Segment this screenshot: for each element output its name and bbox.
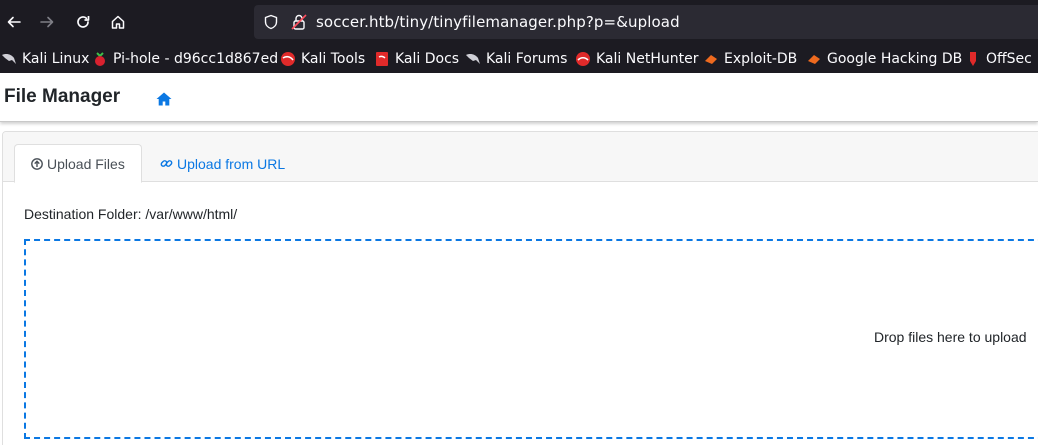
- bookmark-offsec[interactable]: OffSec: [965, 45, 1032, 73]
- browser-toolbar: soccer.htb/tiny/tinyfilemanager.php?p=&u…: [0, 0, 1038, 45]
- kali-docs-icon: [374, 51, 390, 67]
- offsec-icon: [965, 51, 981, 67]
- kali-dragon-icon: [465, 51, 481, 67]
- tab-upload-from-url[interactable]: Upload from URL: [144, 144, 301, 183]
- link-icon: [160, 160, 173, 167]
- raspberry-icon: [92, 51, 108, 67]
- tab-upload-files[interactable]: Upload Files: [14, 144, 142, 183]
- kali-tools-icon: [280, 51, 296, 67]
- bookmark-exploit-db[interactable]: Exploit-DB: [703, 45, 797, 73]
- back-arrow-icon[interactable]: [0, 8, 28, 36]
- upload-card: Upload Files Upload from URL Destination…: [2, 131, 1038, 445]
- app-navbar: File Manager: [0, 73, 1038, 122]
- dropzone-message: Drop files here to upload: [874, 329, 1027, 345]
- bookmark-google-hacking-db[interactable]: Google Hacking DB: [806, 45, 962, 73]
- bookmark-pi-hole[interactable]: Pi-hole - d96cc1d867ed: [92, 45, 278, 73]
- bookmarks-bar: Kali Linux Pi-hole - d96cc1d867ed Kali T…: [0, 45, 1038, 73]
- kali-dragon-icon: [1, 51, 17, 67]
- exploit-db-icon: [703, 51, 719, 67]
- ghdb-icon: [806, 51, 822, 67]
- app-brand[interactable]: File Manager: [4, 86, 120, 108]
- forward-arrow-icon[interactable]: [33, 8, 61, 36]
- reload-icon[interactable]: [69, 8, 97, 36]
- shield-icon[interactable]: [263, 14, 279, 34]
- home-icon[interactable]: [104, 8, 132, 36]
- nethunter-icon: [575, 51, 591, 67]
- upload-tabs: Upload Files Upload from URL: [3, 132, 1038, 183]
- bookmark-kali-docs[interactable]: Kali Docs: [374, 45, 459, 73]
- bookmark-kali-tools[interactable]: Kali Tools: [280, 45, 365, 73]
- url-bar[interactable]: soccer.htb/tiny/tinyfilemanager.php?p=&u…: [254, 5, 1038, 39]
- bookmark-kali-forums[interactable]: Kali Forums: [465, 45, 567, 73]
- bookmark-kali-linux[interactable]: Kali Linux: [1, 45, 89, 73]
- insecure-lock-icon[interactable]: [290, 13, 308, 35]
- destination-folder: Destination Folder: /var/www/html/: [24, 206, 238, 222]
- home-icon[interactable]: [156, 91, 172, 110]
- dropzone[interactable]: Drop files here to upload: [24, 239, 1038, 439]
- upload-circle-icon: [31, 157, 43, 170]
- url-text: soccer.htb/tiny/tinyfilemanager.php?p=&u…: [316, 13, 680, 31]
- bookmark-kali-nethunter[interactable]: Kali NetHunter: [575, 45, 698, 73]
